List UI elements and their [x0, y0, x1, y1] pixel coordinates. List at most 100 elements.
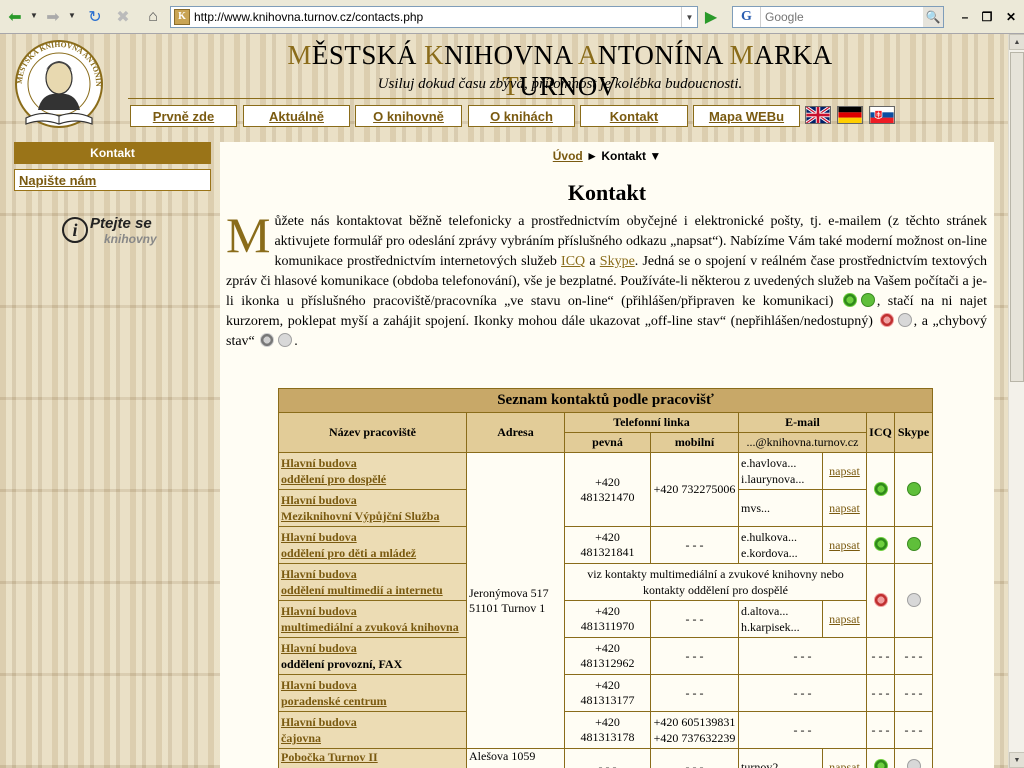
- skype-empty: - - -: [894, 674, 933, 712]
- workplace-link[interactable]: Hlavní budova: [281, 714, 464, 730]
- icq-offline-icon[interactable]: [873, 592, 888, 607]
- nav-kontakt[interactable]: Kontakt: [580, 105, 688, 127]
- workplace-link[interactable]: Hlavní budova: [281, 566, 464, 582]
- napsat-link[interactable]: napsat: [829, 464, 860, 478]
- email-empty: - - -: [738, 674, 867, 712]
- workplace-link[interactable]: Hlavní budova: [281, 529, 464, 545]
- search-bar[interactable]: G 🔍: [732, 6, 944, 28]
- restore-icon[interactable]: ❐: [978, 8, 996, 26]
- workplace-link[interactable]: Hlavní budova: [281, 455, 464, 471]
- napsat-link[interactable]: napsat: [829, 760, 860, 768]
- icq-error-icon: [260, 333, 275, 347]
- workplace-label: oddělení provozní, FAX: [281, 657, 403, 671]
- back-dropdown-icon[interactable]: ▼: [30, 11, 38, 23]
- icq-empty: - - -: [866, 674, 895, 712]
- nav-prvne-zde[interactable]: Prvně zde: [130, 105, 237, 127]
- skype-empty: - - -: [894, 711, 933, 749]
- skype-offline-icon[interactable]: [906, 592, 921, 607]
- icq-link[interactable]: ICQ: [561, 254, 585, 269]
- phone-fixed: +420 481312962: [564, 637, 651, 675]
- sidebar-item-napiste-nam[interactable]: Napište nám: [14, 169, 211, 191]
- sk-flag-icon[interactable]: [869, 106, 895, 124]
- workplace-link[interactable]: Hlavní budova: [281, 677, 464, 693]
- stop-icon[interactable]: ✖: [112, 6, 134, 28]
- search-icon[interactable]: 🔍: [923, 7, 943, 27]
- workplace-link[interactable]: poradenské centrum: [281, 693, 464, 709]
- workplace-link[interactable]: Meziknihovní Výpůjční Služba: [281, 508, 464, 524]
- search-engine-icon[interactable]: G: [733, 7, 761, 27]
- nav-o-knihovne[interactable]: O knihovně: [355, 105, 462, 127]
- breadcrumb-home[interactable]: Úvod: [553, 149, 583, 163]
- ask-library-banner[interactable]: i Ptejte se knihovny: [62, 215, 172, 249]
- phone-fixed: +420 481321470: [564, 452, 651, 527]
- title-part: MARKA: [729, 40, 833, 70]
- icq-online-icon[interactable]: [873, 481, 888, 496]
- phone-mobile: - - -: [650, 600, 739, 638]
- breadcrumb-dropdown-icon[interactable]: ▼: [649, 149, 661, 163]
- workplace-link[interactable]: oddělení pro dospělé: [281, 471, 464, 487]
- workplace-link[interactable]: čajovna: [281, 730, 464, 746]
- napsat-link[interactable]: napsat: [829, 501, 860, 515]
- icq-offline-icon: [879, 313, 894, 327]
- scroll-up-icon[interactable]: ▲: [1009, 34, 1024, 50]
- nav-aktualne[interactable]: Aktuálně: [243, 105, 350, 127]
- title-part: ANTONÍNA: [577, 40, 730, 70]
- workplace-link[interactable]: oddělení pro děti a mládež: [281, 545, 464, 561]
- uk-flag-icon[interactable]: [805, 106, 831, 124]
- table-row: Hlavní budova čajovna +420 481313178 +420…: [278, 711, 933, 749]
- forward-dropdown-icon[interactable]: ▼: [68, 11, 76, 23]
- icq-online-icon[interactable]: [873, 537, 888, 551]
- reload-icon[interactable]: ↻: [84, 6, 106, 28]
- napsat-link[interactable]: napsat: [829, 612, 860, 626]
- minimize-icon[interactable]: –: [956, 8, 974, 26]
- skype-online-icon[interactable]: [906, 481, 921, 496]
- workplace-link[interactable]: oddělení multimedií a internetu: [281, 582, 464, 598]
- icq-empty: - - -: [866, 637, 895, 675]
- breadcrumb-separator-icon: ►: [586, 149, 602, 163]
- url-bar[interactable]: K ▼: [170, 6, 698, 28]
- workplace-link[interactable]: Pobočka Turnov II: [281, 749, 464, 765]
- workplace-link[interactable]: Hlavní budova: [281, 492, 464, 508]
- home-icon[interactable]: ⌂: [142, 6, 164, 28]
- icq-online-icon[interactable]: [873, 759, 888, 768]
- table-row: Pobočka Turnov II Alešova 1059 - - - - -…: [278, 748, 933, 768]
- email-text: e.havlova...: [741, 456, 797, 470]
- forward-icon[interactable]: ➡: [42, 6, 64, 28]
- url-dropdown-icon[interactable]: ▼: [681, 7, 697, 27]
- email-text: turnov2...: [738, 748, 823, 768]
- workplace-link[interactable]: multimediální a zvuková knihovna: [281, 619, 464, 635]
- nav-mapa-webu[interactable]: Mapa WEBu: [693, 105, 800, 127]
- skype-empty: - - -: [894, 637, 933, 675]
- intro-text-and: a: [585, 254, 600, 269]
- email-text: e.kordova...: [741, 546, 798, 560]
- search-input[interactable]: [761, 10, 923, 24]
- skype-link[interactable]: Skype: [600, 254, 635, 269]
- scrollbar-thumb[interactable]: [1010, 52, 1024, 382]
- vertical-scrollbar[interactable]: ▲ ▼: [1008, 34, 1024, 768]
- scroll-down-icon[interactable]: ▼: [1009, 752, 1024, 768]
- table-row: Hlavní budova oddělení pro děti a mládež …: [278, 526, 933, 564]
- table-row: Hlavní budova oddělení multimedií a inter…: [278, 563, 933, 638]
- nav-o-knihach[interactable]: O knihách: [468, 105, 575, 127]
- go-icon[interactable]: ▶: [700, 6, 722, 28]
- phone-mobile: +420 737632239: [653, 731, 736, 745]
- url-input[interactable]: [194, 10, 681, 24]
- phone-fixed: +420 481311970: [564, 600, 651, 638]
- skype-offline-icon[interactable]: [906, 759, 921, 768]
- phone-mobile: +420 605139831: [653, 715, 736, 729]
- icq-empty: - - -: [866, 711, 895, 749]
- back-icon[interactable]: ⬅: [4, 6, 26, 28]
- col-phone-mobile: mobilní: [650, 432, 739, 453]
- col-name: Název pracoviště: [278, 412, 467, 453]
- close-icon[interactable]: ✕: [1002, 8, 1020, 26]
- de-flag-icon[interactable]: [837, 106, 863, 124]
- napsat-link[interactable]: napsat: [829, 538, 860, 552]
- title-part: KNIHOVNA: [424, 40, 578, 70]
- table-row: Hlavní budova poradenské centrum +420 481…: [278, 674, 933, 712]
- phone-mobile: - - -: [650, 637, 739, 675]
- workplace-link[interactable]: Hlavní budova: [281, 640, 464, 656]
- skype-online-icon[interactable]: [906, 537, 921, 551]
- table-caption: Seznam kontaktů podle pracovišť: [278, 388, 933, 413]
- workplace-link[interactable]: Hlavní budova: [281, 603, 464, 619]
- address-cell: Alešova 1059: [466, 748, 565, 768]
